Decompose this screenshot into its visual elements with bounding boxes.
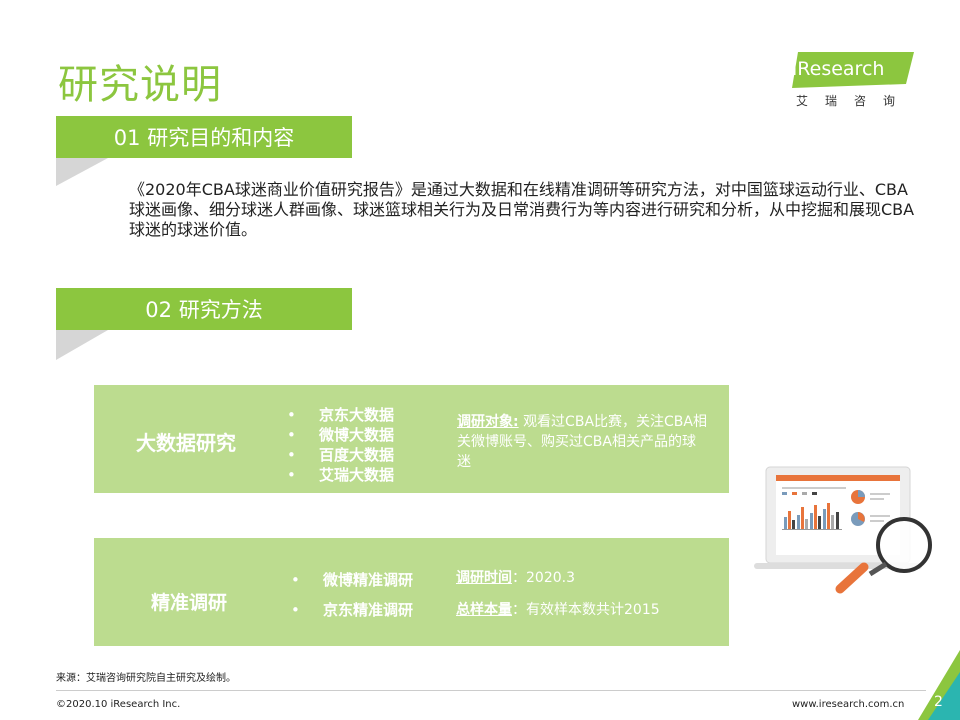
section-heading-purpose: 01 研究目的和内容 [56,116,352,158]
sample-size-text: 总样本量：有效样本数共计2015 [456,600,660,620]
list-item: • 京东大数据 [287,406,395,424]
data-source-note: 来源：艾瑞咨询研究院自主研究及绘制。 [56,673,236,684]
website-link[interactable]: www.iresearch.com.cn [792,699,904,710]
survey-time-label: 调研时间 [456,570,512,586]
survey-time-text: 调研时间：2020.3 [456,568,575,588]
copyright-text: ©2020.10 iResearch Inc. [56,699,181,710]
precise-survey-title: 精准调研 [151,592,228,614]
laptop-analytics-illustration [752,465,942,595]
big-data-source-list: • 京东大数据 • 微博大数据 • 百度大数据 • 艾瑞大数据 [287,405,395,485]
page-number: 2 [934,694,943,710]
laptop-magnifier-icon [754,466,932,594]
section-heading-shadow [56,330,108,360]
research-object-label: 调研对象: [457,414,519,430]
section-heading-shadow [56,158,108,186]
list-item: • 京东精准调研 [291,601,414,619]
logo-brand-text: iResearch [792,58,885,80]
sample-size-label: 总样本量 [456,602,512,618]
survey-time-value: ：2020.3 [512,570,575,586]
big-data-method-box: 大数据研究 • 京东大数据 • 微博大数据 • 百度大数据 • 艾瑞大数据 调研对象: … [94,385,729,493]
precise-survey-method-box: 精准调研 • 微博精准调研 • 京东精准调研 调研时间：2020.3 总样本量：有效… [94,538,729,646]
research-object-text: 调研对象: 观看过CBA比赛，关注CBA相关微博账号、购买过CBA相关产品的球迷 [457,412,707,472]
research-intro-text: 《2020年CBA球迷商业价值研究报告》是通过大数据和在线精准调研等研究方法，对… [129,180,915,239]
footer-divider [56,690,926,691]
big-data-title: 大数据研究 [136,431,236,455]
section-heading-method: 02 研究方法 [56,288,352,330]
precise-survey-list: • 微博精准调研 • 京东精准调研 [291,570,414,630]
list-item: • 微博精准调研 [291,571,414,589]
list-item: • 百度大数据 [287,446,395,464]
sample-size-value: ：有效样本数共计2015 [512,602,660,618]
page-title: 研究说明 [58,62,222,108]
list-item: • 艾瑞大数据 [287,466,395,484]
iresearch-logo: iResearch 艾瑞咨询 [788,50,918,114]
list-item: • 微博大数据 [287,426,395,444]
logo-cn-text: 艾瑞咨询 [796,94,913,108]
